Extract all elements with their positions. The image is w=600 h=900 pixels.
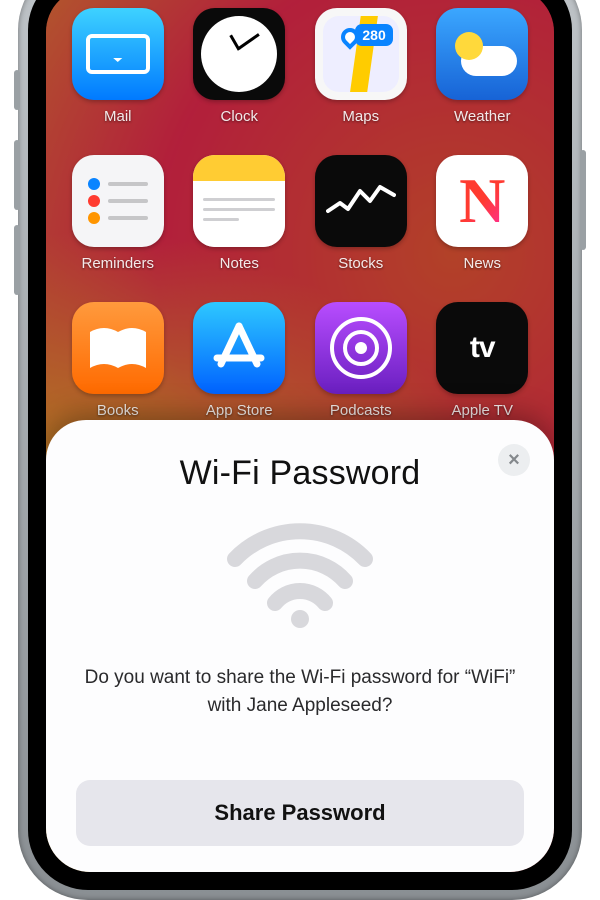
app-label: Podcasts	[330, 402, 392, 419]
share-password-button[interactable]: Share Password	[76, 780, 524, 846]
app-grid: Mail Clock 280 Maps	[46, 8, 554, 419]
clock-icon	[193, 8, 285, 100]
app-clock[interactable]: Clock	[188, 8, 292, 125]
app-label: Mail	[104, 108, 132, 125]
mute-switch[interactable]	[14, 70, 20, 110]
app-label: Stocks	[338, 255, 383, 272]
app-reminders[interactable]: Reminders	[66, 155, 170, 272]
close-icon: ×	[508, 449, 520, 472]
phone-bezel: Mail Clock 280 Maps	[28, 0, 572, 890]
app-label: Weather	[454, 108, 510, 125]
app-appstore[interactable]: App Store	[188, 302, 292, 419]
close-button[interactable]: ×	[498, 444, 530, 476]
notes-icon	[193, 155, 285, 247]
home-screen: Mail Clock 280 Maps	[46, 0, 554, 872]
tv-icon: tv	[436, 302, 528, 394]
app-label: Apple TV	[452, 402, 513, 419]
sheet-title: Wi-Fi Password	[180, 454, 421, 493]
books-icon	[72, 302, 164, 394]
weather-icon	[436, 8, 528, 100]
app-books[interactable]: Books	[66, 302, 170, 419]
mail-icon	[72, 8, 164, 100]
app-label: Books	[97, 402, 139, 419]
stocks-icon	[315, 155, 407, 247]
app-notes[interactable]: Notes	[188, 155, 292, 272]
reminders-icon	[72, 155, 164, 247]
side-button[interactable]	[580, 150, 586, 250]
podcasts-icon	[315, 302, 407, 394]
app-label: Maps	[342, 108, 379, 125]
maps-icon: 280	[315, 8, 407, 100]
app-label: News	[463, 255, 501, 272]
app-podcasts[interactable]: Podcasts	[309, 302, 413, 419]
app-news[interactable]: N News	[431, 155, 535, 272]
app-mail[interactable]: Mail	[66, 8, 170, 125]
appstore-icon	[193, 302, 285, 394]
app-maps[interactable]: 280 Maps	[309, 8, 413, 125]
app-label: App Store	[206, 402, 273, 419]
app-label: Clock	[220, 108, 258, 125]
maps-badge: 280	[355, 24, 392, 46]
app-weather[interactable]: Weather	[431, 8, 535, 125]
wifi-icon	[225, 519, 375, 634]
app-stocks[interactable]: Stocks	[309, 155, 413, 272]
wifi-share-sheet: × Wi-Fi Password Do you want to share th…	[46, 420, 554, 872]
volume-up-button[interactable]	[14, 140, 20, 210]
volume-down-button[interactable]	[14, 225, 20, 295]
app-label: Notes	[220, 255, 259, 272]
news-icon: N	[436, 155, 528, 247]
app-tv[interactable]: tv Apple TV	[431, 302, 535, 419]
sheet-message: Do you want to share the Wi-Fi password …	[76, 664, 524, 719]
phone-frame: Mail Clock 280 Maps	[18, 0, 582, 900]
app-label: Reminders	[81, 255, 154, 272]
